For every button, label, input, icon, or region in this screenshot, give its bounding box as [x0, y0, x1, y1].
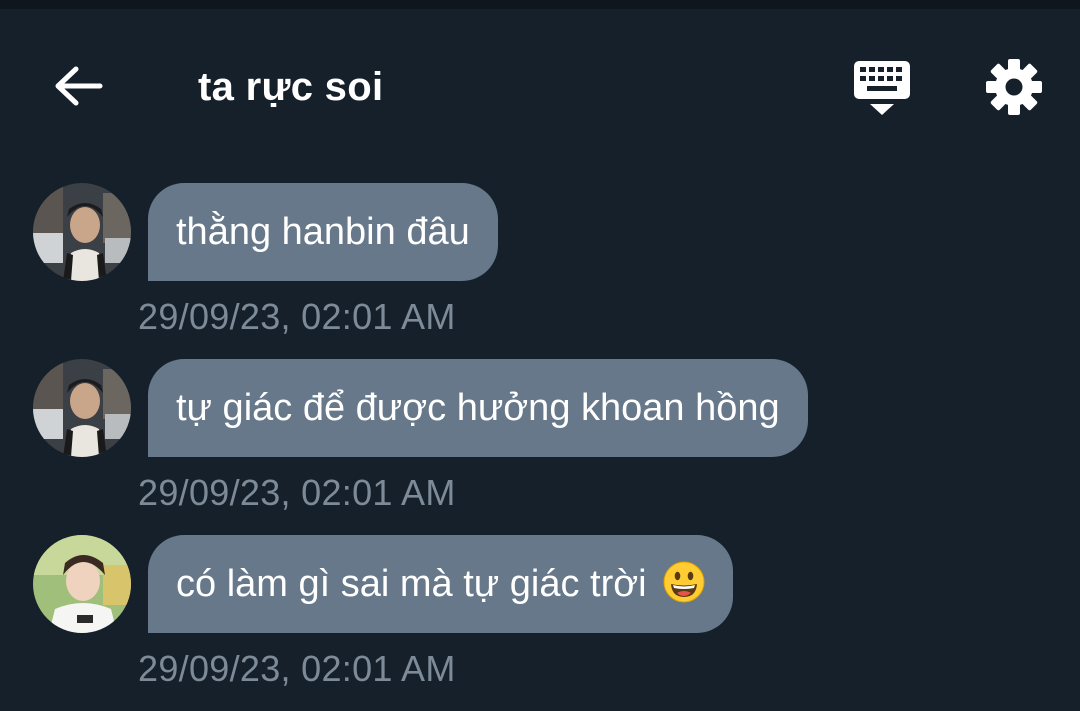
chat-header: ta rực soi [0, 9, 1080, 159]
grinning-face-emoji-icon [663, 561, 705, 603]
message-text: thằng hanbin đâu [176, 211, 470, 253]
keyboard-icon [854, 61, 910, 115]
message-text: có làm gì sai mà tự giác trời [176, 563, 647, 605]
message-timestamp: 29/09/23, 02:01 AM [138, 296, 456, 337]
message-bubble[interactable]: có làm gì sai mà tự giác trời [148, 535, 734, 633]
avatar-image [33, 183, 131, 281]
message-timestamp: 29/09/23, 02:01 AM [138, 648, 456, 689]
chat-title: ta rực soi [198, 65, 384, 109]
message-item: có làm gì sai mà tự giác trời 29/09/23, … [0, 535, 1080, 711]
message-timestamp: 29/09/23, 02:01 AM [138, 472, 456, 513]
keyboard-button[interactable] [850, 59, 914, 119]
message-text: tự giác để được hưởng khoan hồng [176, 387, 780, 429]
avatar[interactable] [33, 535, 131, 633]
gear-icon [986, 59, 1042, 115]
message-bubble[interactable]: thằng hanbin đâu [148, 183, 498, 281]
avatar-image [33, 359, 131, 457]
avatar-image [33, 535, 131, 633]
status-strip [0, 0, 1080, 9]
arrow-left-icon [55, 66, 103, 106]
back-button[interactable] [50, 61, 106, 111]
settings-button[interactable] [984, 57, 1044, 117]
message-item: thằng hanbin đâu 29/09/23, 02:01 AM [0, 183, 1080, 359]
avatar[interactable] [33, 359, 131, 457]
message-item: tự giác để được hưởng khoan hồng 29/09/2… [0, 359, 1080, 535]
message-bubble[interactable]: tự giác để được hưởng khoan hồng [148, 359, 808, 457]
avatar[interactable] [33, 183, 131, 281]
